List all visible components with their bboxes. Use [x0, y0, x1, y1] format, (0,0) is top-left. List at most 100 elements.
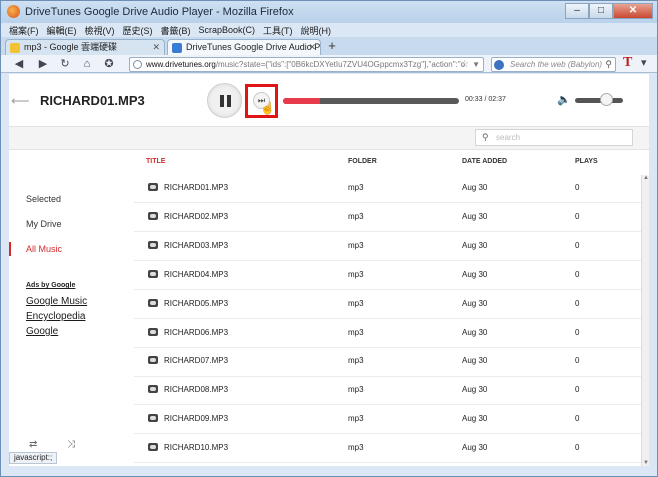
minimize-button[interactable]: –	[565, 3, 589, 19]
sidebar: Selected My Drive All Music Ads by Googl…	[9, 151, 134, 466]
url-path: /music?state={"ids":["0B6kcDXYetIu7ZVU4O…	[215, 60, 466, 69]
scroll-down-icon[interactable]: ▼	[643, 460, 649, 466]
track-date-added: Aug 30	[462, 443, 488, 453]
navigation-bar: ◀ ▶ ↻ ⌂ ✪ www.drivetunes.org/music?state…	[1, 55, 657, 73]
bookmark-star-icon[interactable]: ☆	[460, 58, 469, 71]
table-row[interactable]: RICHARD10.MP3 mp3 Aug 30 0	[134, 435, 641, 464]
volume-slider-handle[interactable]	[600, 93, 614, 106]
repeat-icon[interactable]: ⇄	[29, 439, 37, 450]
menu-bar: 檔案(F) 編輯(E) 檢視(V) 歷史(S) 書籤(B) ScrapBook(…	[1, 23, 657, 37]
tab-google-drive[interactable]: mp3 - Google 雲端硬碟 ✕	[5, 39, 165, 55]
track-list: RICHARD01.MP3 mp3 Aug 30 0 RICHARD02.MP3 mp3 A…	[134, 175, 641, 465]
new-tab-button[interactable]: +	[323, 39, 341, 54]
track-title: RICHARD04.MP3	[164, 269, 229, 279]
menu-tools[interactable]: 工具(T)	[263, 24, 293, 37]
menu-bookmarks[interactable]: 書籤(B)	[161, 24, 191, 37]
track-plays: 0	[575, 356, 580, 366]
url-bar[interactable]: www.drivetunes.org/music?state={"ids":["…	[129, 57, 484, 72]
scroll-up-icon[interactable]: ▲	[643, 175, 649, 181]
music-search-input[interactable]: ⚲ search	[475, 129, 633, 146]
track-date-added: Aug 30	[462, 183, 488, 192]
track-folder: mp3	[348, 211, 364, 221]
menu-file[interactable]: 檔案(F)	[9, 24, 39, 37]
menu-help[interactable]: 說明(H)	[301, 24, 332, 37]
sidebar-item-all-music[interactable]: All Music	[26, 244, 62, 254]
maximize-button[interactable]: □	[589, 3, 613, 19]
drivetunes-icon	[172, 43, 182, 53]
ad-link-google[interactable]: Google	[26, 326, 58, 337]
status-bar: javascript:;	[9, 452, 58, 464]
table-row[interactable]: RICHARD05.MP3 mp3 Aug 30 0	[134, 291, 641, 319]
track-title: RICHARD07.MP3	[164, 356, 229, 366]
cloud-file-icon	[148, 240, 158, 249]
track-title: RICHARD10.MP3	[164, 443, 229, 453]
track-plays: 0	[575, 211, 580, 221]
close-tab-icon[interactable]: ✕	[308, 40, 316, 55]
shuffle-icon[interactable]: ⤨	[67, 439, 75, 450]
table-row[interactable]: RICHARD07.MP3 mp3 Aug 30 0	[134, 348, 641, 377]
table-row[interactable]: RICHARD04.MP3 mp3 Aug 30 0	[134, 262, 641, 290]
search-icon: ⚲	[482, 132, 489, 142]
back-icon[interactable]: ◀	[11, 57, 27, 71]
cloud-file-icon	[148, 211, 158, 220]
sidebar-item-selected[interactable]: Selected	[26, 194, 61, 204]
forward-icon[interactable]: ▶	[35, 57, 51, 71]
track-date-added: Aug 30	[462, 327, 488, 337]
reload-icon[interactable]: ↻	[57, 57, 73, 71]
table-row[interactable]: RICHARD03.MP3 mp3 Aug 30 0	[134, 233, 641, 261]
table-row[interactable]: RICHARD09.MP3 mp3 Aug 30 0	[134, 406, 641, 435]
toolbar-menu-icon[interactable]: ▾	[641, 56, 647, 69]
menu-scrapbook[interactable]: ScrapBook(C)	[199, 25, 256, 35]
track-plays: 0	[575, 183, 580, 192]
sidebar-item-my-drive[interactable]: My Drive	[26, 219, 62, 229]
track-date-added: Aug 30	[462, 356, 488, 366]
ads-title[interactable]: Ads by Google	[26, 282, 75, 289]
url-dropdown-icon[interactable]: ▼	[472, 58, 480, 71]
ad-link-encyclopedia[interactable]: Encyclopedia	[26, 311, 85, 322]
tab-label: mp3 - Google 雲端硬碟	[24, 42, 118, 52]
menu-view[interactable]: 檢視(V)	[85, 24, 115, 37]
scrollbar[interactable]: ▲ ▼	[641, 175, 649, 466]
close-button[interactable]: ✕	[613, 3, 653, 19]
track-date-added: Aug 30	[462, 211, 488, 221]
column-date-added[interactable]: DATE ADDED	[462, 158, 507, 165]
toolbar-t-icon[interactable]: T	[623, 55, 632, 71]
now-playing-title: RICHARD01.MP3	[40, 93, 145, 108]
track-title: RICHARD08.MP3	[164, 385, 229, 395]
addon-icon[interactable]: ✪	[101, 57, 117, 71]
volume-icon[interactable]: 🔈	[557, 93, 571, 106]
search-icon[interactable]: ⚲	[605, 58, 612, 71]
track-date-added: Aug 30	[462, 240, 488, 250]
cloud-file-icon	[148, 414, 158, 423]
menu-history[interactable]: 歷史(S)	[123, 24, 153, 37]
ad-link-google-music[interactable]: Google Music	[26, 296, 87, 307]
column-plays[interactable]: PLAYS	[575, 158, 598, 165]
web-search-placeholder: Search the web (Babylon)	[510, 60, 603, 69]
column-folder[interactable]: FOLDER	[348, 158, 377, 165]
google-drive-icon	[10, 43, 20, 53]
track-plays: 0	[575, 269, 580, 279]
site-identity-icon[interactable]	[133, 60, 142, 69]
progress-bar[interactable]	[283, 98, 459, 104]
web-search-input[interactable]: Search the web (Babylon) ⚲	[491, 57, 616, 72]
track-date-added: Aug 30	[462, 269, 488, 279]
column-title[interactable]: TITLE	[146, 158, 165, 165]
home-icon[interactable]: ⌂	[79, 57, 95, 71]
close-tab-icon[interactable]: ✕	[152, 40, 160, 55]
tab-drivetunes[interactable]: DriveTunes Google Drive Audio Pla... ✕	[167, 39, 321, 55]
pause-icon-bar	[227, 95, 231, 107]
cloud-file-icon	[148, 327, 158, 336]
pause-button[interactable]	[207, 83, 242, 118]
table-row[interactable]: RICHARD08.MP3 mp3 Aug 30 0	[134, 377, 641, 406]
babylon-icon	[494, 60, 504, 70]
table-row[interactable]: RICHARD01.MP3 mp3 Aug 30 0	[134, 175, 641, 204]
back-arrow-icon[interactable]: ⟵	[11, 93, 30, 109]
menu-edit[interactable]: 編輯(E)	[47, 24, 77, 37]
track-plays: 0	[575, 298, 580, 308]
table-row[interactable]: RICHARD06.MP3 mp3 Aug 30 0	[134, 320, 641, 348]
track-title: RICHARD01.MP3	[164, 183, 229, 192]
table-row[interactable]: RICHARD02.MP3 mp3 Aug 30 0	[134, 204, 641, 233]
volume-slider[interactable]	[575, 98, 623, 103]
track-folder: mp3	[348, 240, 364, 250]
track-folder: mp3	[348, 414, 364, 424]
